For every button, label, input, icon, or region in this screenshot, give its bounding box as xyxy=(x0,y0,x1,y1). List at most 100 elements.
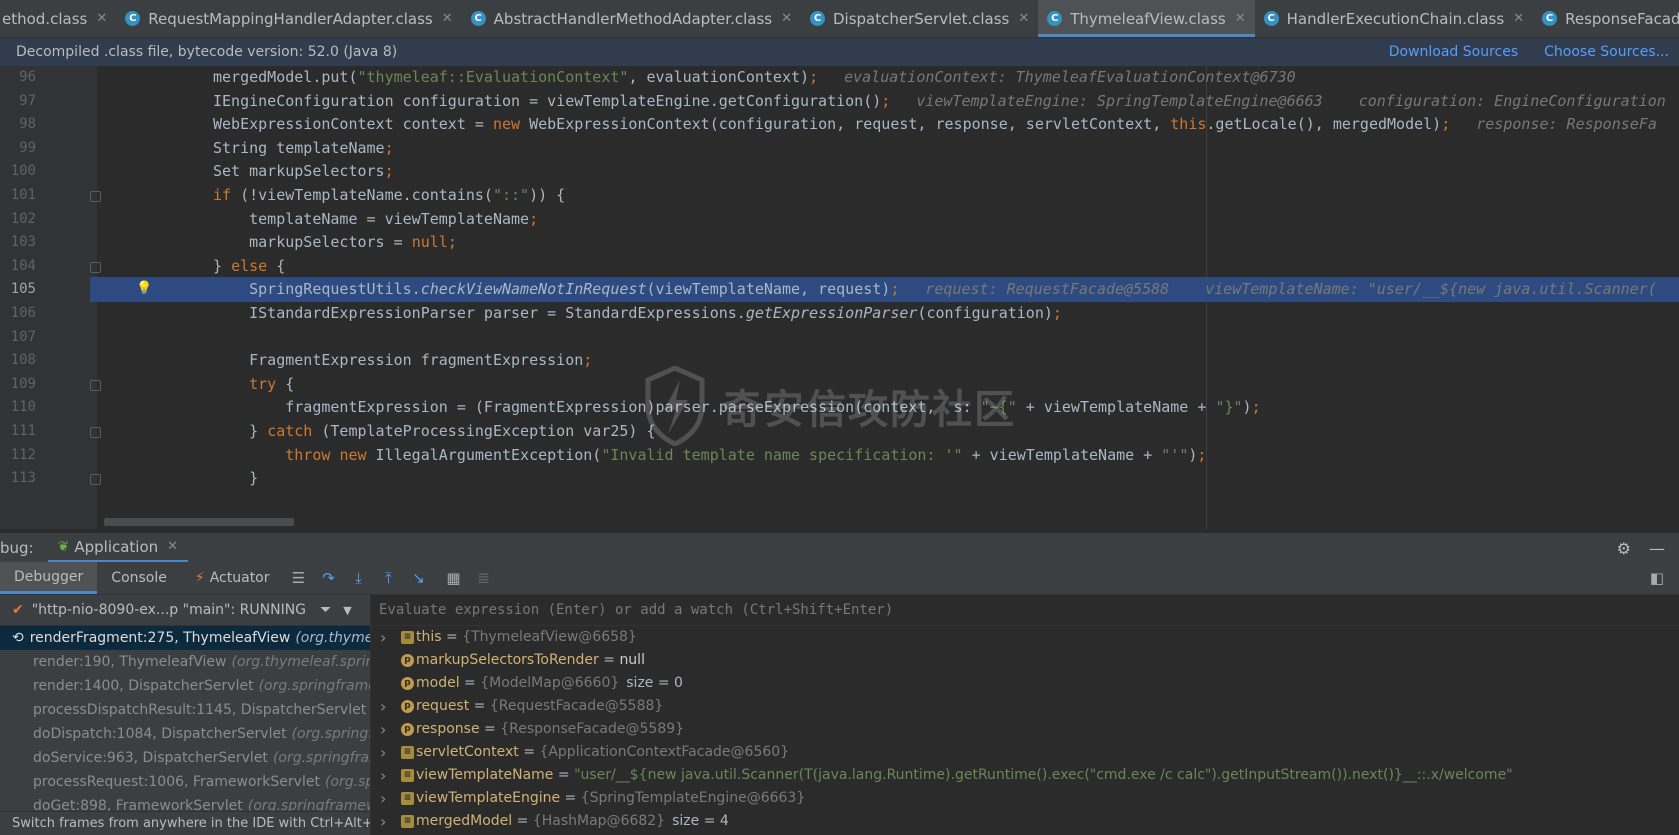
thread-label: "http-nio-8090-ex...p "main": RUNNING xyxy=(31,602,307,618)
editor-tab[interactable]: C HandlerExecutionChain.class ✕ xyxy=(1255,0,1533,37)
variable-row[interactable]: p model = {ModelMap@6660} size = 0 xyxy=(371,672,1679,695)
step-into-icon[interactable]: ⤓ xyxy=(347,569,371,587)
stack-frame[interactable]: render:190, ThymeleafView (org.thymeleaf.… xyxy=(0,650,370,674)
expand-arrow-icon[interactable]: › xyxy=(380,810,386,833)
editor-tab[interactable]: C AbstractHandlerMethodAdapter.class ✕ xyxy=(462,0,801,37)
code-line[interactable]: 105 💡 SpringRequestUtils.checkViewNameNot… xyxy=(11,277,1679,303)
stack-frame[interactable]: ⟲ renderFragment:275, ThymeleafView (org.t… xyxy=(0,626,370,650)
minimize-icon[interactable]: — xyxy=(1649,539,1665,558)
close-tab-icon[interactable]: ✕ xyxy=(442,11,453,26)
line-number: 101 xyxy=(10,187,36,203)
code-line[interactable]: 104} else { xyxy=(0,254,1679,279)
gear-icon[interactable]: ⚙ xyxy=(1617,539,1631,558)
close-icon[interactable]: ✕ xyxy=(167,539,178,554)
code-line[interactable]: 96 mergedModel.put("thymeleaf::Evaluation… xyxy=(0,66,1679,90)
code-line[interactable]: 108 FragmentExpression fragmentExpressio… xyxy=(0,348,1679,373)
expand-arrow-icon[interactable]: › xyxy=(380,741,386,764)
download-sources-link[interactable]: Download Sources xyxy=(1389,44,1518,60)
stack-frame[interactable]: doService:963, DispatcherServlet (org.spr… xyxy=(0,746,370,770)
expand-arrow-icon[interactable]: › xyxy=(380,626,386,649)
chevron-down-icon[interactable]: ▼ xyxy=(343,604,351,617)
equals-sign: = xyxy=(553,767,575,783)
code-line[interactable]: 103 markupSelectors = null; xyxy=(0,230,1679,255)
variable-row[interactable]: › ≡ this = {ThymeleafView@6658} xyxy=(371,626,1679,649)
filter-icon[interactable]: ⏷ xyxy=(320,602,331,618)
stack-frame[interactable]: processRequest:1006, FrameworkServlet (or… xyxy=(0,770,370,794)
decompiled-info-bar: Decompiled .class file, bytecode version… xyxy=(0,38,1679,66)
expand-arrow-icon[interactable]: › xyxy=(380,764,386,787)
editor-tab[interactable]: CResponseFacade.class✕ xyxy=(1533,0,1679,37)
editor-tab[interactable]: C RequestMappingHandlerAdapter.class ✕ xyxy=(116,0,461,37)
editor-tab[interactable]: C DispatcherServlet.class ✕ xyxy=(801,0,1038,37)
expand-arrow-icon[interactable]: › xyxy=(380,787,386,810)
editor-tab[interactable]: ethod.class ✕ xyxy=(0,0,116,37)
fold-marker-icon[interactable] xyxy=(90,379,101,391)
step-out-icon[interactable]: ⤒ xyxy=(377,569,401,587)
variable-row[interactable]: › p request = {RequestFacade@5588} xyxy=(371,695,1679,718)
fold-marker-icon[interactable] xyxy=(90,261,101,273)
code-line[interactable]: 113 } xyxy=(0,466,1679,491)
menu-icon[interactable]: ☰ xyxy=(287,569,311,587)
close-tab-icon[interactable]: ✕ xyxy=(1235,11,1246,26)
code-text: markupSelectors = null; xyxy=(213,233,457,252)
tab-actuator[interactable]: ⚡ Actuator xyxy=(181,562,284,594)
horizontal-scrollbar[interactable] xyxy=(104,518,294,526)
trace-icon[interactable]: ≣ xyxy=(472,569,496,587)
editor-tab[interactable]: C ThymeleafView.class ✕ xyxy=(1038,0,1256,37)
layout-icon[interactable]: ◧ xyxy=(1645,569,1669,587)
spring-boot-icon: ❦ xyxy=(57,538,70,555)
code-line[interactable]: 111 } catch (TemplateProcessingException… xyxy=(0,419,1679,444)
variable-row[interactable]: › ≡ viewTemplateEngine = {SpringTemplateEn… xyxy=(371,787,1679,810)
debug-config-tab[interactable]: ❦ Application ✕ xyxy=(47,533,189,563)
fold-marker-icon[interactable] xyxy=(90,427,101,438)
code-line[interactable]: 109 try { xyxy=(0,372,1679,397)
code-text: if (!viewTemplateName.contains("::")) { xyxy=(213,186,566,204)
parameter-icon: p xyxy=(401,723,414,736)
stack-frame[interactable]: render:1400, DispatcherServlet (org.sprin… xyxy=(0,674,370,698)
editor-tab-label: ResponseFacade.class xyxy=(1565,9,1679,28)
fold-marker-icon[interactable] xyxy=(90,191,101,202)
code-line[interactable]: 101 if (!viewTemplateName.contains("::"))… xyxy=(0,183,1679,208)
variable-row[interactable]: › p response = {ResponseFacade@5589} xyxy=(371,718,1679,741)
code-line[interactable]: 97 IEngineConfiguration configuration = v… xyxy=(0,89,1679,114)
editor-tab-bar: ethod.class ✕ C RequestMappingHandlerAdapte… xyxy=(0,0,1679,38)
evaluate-expression-icon[interactable]: ▦ xyxy=(442,569,466,587)
code-line[interactable]: 99 String templateName; xyxy=(0,136,1679,161)
expand-arrow-icon[interactable]: › xyxy=(380,695,386,718)
evaluate-expression-input[interactable]: Evaluate expression (Enter) or add a wat… xyxy=(371,595,1679,626)
frame-method: processDispatchResult:1145, DispatcherSe… xyxy=(33,702,367,718)
parameter-icon: p xyxy=(401,677,414,690)
code-editor[interactable]: 96 mergedModel.put("thymeleaf::Evaluation… xyxy=(0,66,1679,529)
code-line[interactable]: 100 Set markupSelectors; xyxy=(0,159,1679,184)
variable-row[interactable]: › ≡ mergedModel = {HashMap@6682} size = 4 xyxy=(371,810,1679,833)
close-tab-icon[interactable]: ✕ xyxy=(1513,11,1524,26)
close-tab-icon[interactable]: ✕ xyxy=(1018,11,1029,26)
tab-debugger[interactable]: Debugger xyxy=(0,562,98,594)
tab-console[interactable]: Console xyxy=(97,562,181,594)
code-line[interactable]: 110 fragmentExpression = (FragmentExpres… xyxy=(0,395,1679,420)
variable-row[interactable]: p markupSelectorsToRender = null xyxy=(371,649,1679,672)
close-tab-icon[interactable]: ✕ xyxy=(96,11,107,26)
class-file-icon: C xyxy=(1047,11,1063,26)
stack-frame[interactable]: processDispatchResult:1145, DispatcherSe… xyxy=(0,698,370,722)
close-tab-icon[interactable]: ✕ xyxy=(781,11,792,26)
line-number: 102 xyxy=(10,210,36,227)
step-over-icon[interactable]: ↷ xyxy=(317,569,341,587)
variable-row[interactable]: › ≡ viewTemplateName = "user/__${new java.… xyxy=(371,764,1679,787)
variable-row[interactable]: › ≡ servletContext = {ApplicationContextFa… xyxy=(371,741,1679,764)
fold-marker-icon[interactable] xyxy=(90,474,101,486)
code-line[interactable]: 112 throw new IllegalArgumentException("… xyxy=(0,443,1679,468)
thread-selector[interactable]: ✔ "http-nio-8090-ex...p "main": RUNNING … xyxy=(0,595,370,626)
code-line[interactable]: 98 WebExpressionContext context = new Web… xyxy=(0,112,1679,137)
stack-frame[interactable]: doDispatch:1084, DispatcherServlet (org.s… xyxy=(0,722,370,746)
line-number: 99 xyxy=(19,139,36,156)
code-line[interactable]: 102 templateName = viewTemplateName; xyxy=(0,207,1679,232)
lightbulb-icon[interactable]: 💡 xyxy=(136,281,152,296)
editor-tab-label: RequestMappingHandlerAdapter.class xyxy=(148,9,433,28)
run-to-cursor-icon[interactable]: ↘ xyxy=(407,569,431,587)
variable-value: {HashMap@6682} xyxy=(532,813,666,829)
choose-sources-link[interactable]: Choose Sources... xyxy=(1544,44,1669,60)
code-line[interactable]: 107 xyxy=(0,325,1679,350)
expand-arrow-icon[interactable]: › xyxy=(380,718,386,741)
code-line[interactable]: 106 IStandardExpressionParser parser = S… xyxy=(0,301,1679,326)
